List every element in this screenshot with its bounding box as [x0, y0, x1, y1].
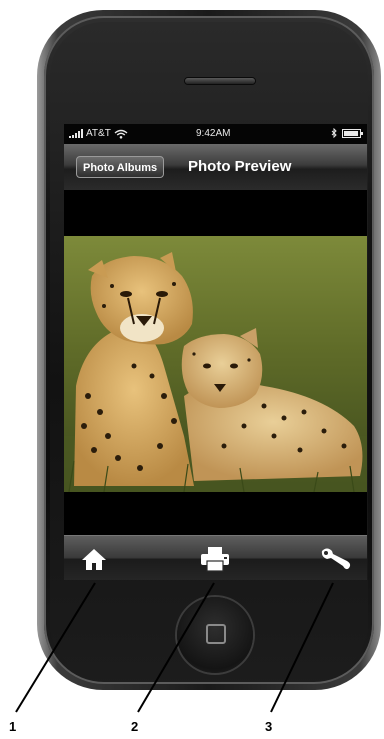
callout-2: 2	[131, 719, 139, 734]
callout-3: 3	[265, 719, 273, 734]
callout-line-2	[137, 582, 215, 713]
callout-line-1	[15, 582, 96, 713]
illustration: AT&T 9:42AM Photo Albums Photo Preview 1…	[0, 0, 384, 739]
callout-line-3	[270, 582, 334, 713]
callout-1: 1	[9, 719, 17, 734]
callout-lines	[15, 582, 334, 713]
